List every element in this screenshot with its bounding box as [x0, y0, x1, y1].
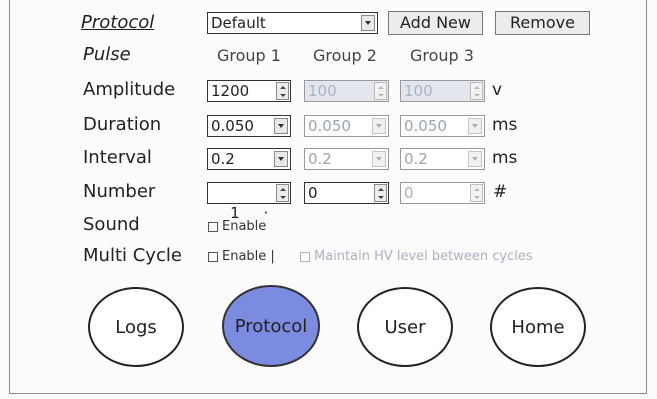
maintain-hv-checkbox: Maintain HV level between cycles — [300, 249, 533, 264]
number-group2-value: 0 — [308, 184, 318, 202]
group-1-header: Group 1 — [217, 46, 281, 65]
protocol-nav-label: Protocol — [234, 315, 308, 337]
interval-group2-select: 0.2 — [304, 148, 389, 170]
duration-group1-value: 0.050 — [211, 117, 254, 135]
interval-group2-value: 0.2 — [308, 150, 332, 168]
chevron-down-icon — [468, 151, 482, 167]
logs-button-label: Logs — [115, 316, 157, 338]
amplitude-group1-value: 1200 — [211, 82, 250, 100]
duration-group2-select: 0.050 — [304, 115, 389, 137]
amplitude-unit: v — [492, 80, 503, 100]
stepper-arrows-icon[interactable] — [276, 184, 289, 202]
duration-unit: ms — [492, 115, 518, 135]
home-button-label: Home — [511, 316, 565, 338]
amplitude-group2-value: 100 — [308, 82, 337, 100]
chevron-down-icon[interactable] — [274, 151, 288, 167]
checkbox-icon[interactable] — [208, 251, 218, 262]
protocol-select-value: Default — [211, 14, 266, 32]
sound-label: Sound — [83, 214, 140, 235]
checkbox-icon — [300, 251, 310, 262]
pulse-label: Pulse — [83, 44, 131, 65]
chevron-down-icon[interactable] — [361, 15, 375, 31]
amplitude-group3-value: 100 — [404, 82, 433, 100]
stepper-arrows-icon[interactable] — [374, 184, 387, 202]
home-button[interactable]: Home — [490, 287, 586, 367]
interval-group1-value: 0.2 — [211, 150, 235, 168]
logs-button[interactable]: Logs — [88, 287, 184, 367]
amplitude-group2-stepper: 100 — [304, 80, 389, 102]
interval-label: Interval — [83, 147, 152, 168]
main-panel: Protocol Default Add New Remove Pulse Gr… — [9, 0, 647, 394]
protocol-label: Protocol — [81, 12, 155, 33]
number-unit: # — [493, 182, 508, 202]
group-3-header: Group 3 — [410, 46, 474, 65]
add-new-button[interactable]: Add New — [388, 11, 483, 35]
multi-cycle-label: Multi Cycle — [83, 245, 182, 266]
interval-group3-value: 0.2 — [404, 150, 428, 168]
duration-label: Duration — [83, 114, 162, 135]
protocol-select[interactable]: Default — [207, 12, 378, 34]
duration-group1-select[interactable]: 0.050 — [207, 115, 291, 137]
multi-cycle-enable-label: Enable | — [222, 249, 275, 264]
interval-unit: ms — [492, 148, 518, 168]
duration-group3-select: 0.050 — [400, 115, 485, 137]
duration-group2-value: 0.050 — [308, 117, 351, 135]
number-group3-stepper: 0 — [400, 182, 485, 204]
amplitude-label: Amplitude — [83, 79, 176, 100]
interval-group1-select[interactable]: 0.2 — [207, 148, 291, 170]
protocol-nav-button[interactable]: Protocol — [222, 285, 320, 367]
user-button[interactable]: User — [357, 287, 453, 367]
amplitude-group3-stepper: 100 — [400, 80, 485, 102]
checkbox-icon[interactable] — [208, 221, 218, 232]
sound-enable-checkbox[interactable]: Enable — [208, 219, 266, 234]
chevron-down-icon — [372, 118, 386, 134]
user-button-label: User — [384, 316, 426, 338]
chevron-down-icon[interactable] — [274, 118, 288, 134]
interval-group3-select: 0.2 — [400, 148, 485, 170]
chevron-down-icon — [372, 151, 386, 167]
number-label: Number — [83, 181, 156, 202]
stepper-arrows-icon — [470, 184, 483, 202]
number-group2-stepper[interactable]: 0 — [304, 182, 389, 204]
maintain-hv-label: Maintain HV level between cycles — [314, 249, 533, 264]
duration-group3-value: 0.050 — [404, 117, 447, 135]
sound-enable-label: Enable — [222, 219, 267, 234]
stepper-arrows-icon[interactable] — [276, 82, 289, 100]
stepper-arrows-icon — [374, 82, 387, 100]
remove-button[interactable]: Remove — [495, 11, 590, 35]
multi-cycle-enable-checkbox[interactable]: Enable | — [208, 249, 275, 264]
number-group3-value: 0 — [404, 184, 414, 202]
group-2-header: Group 2 — [313, 46, 377, 65]
chevron-down-icon — [468, 118, 482, 134]
stepper-arrows-icon — [470, 82, 483, 100]
number-group1-stepper[interactable]: 1 · — [207, 182, 291, 222]
amplitude-group1-stepper[interactable]: 1200 — [207, 80, 291, 102]
